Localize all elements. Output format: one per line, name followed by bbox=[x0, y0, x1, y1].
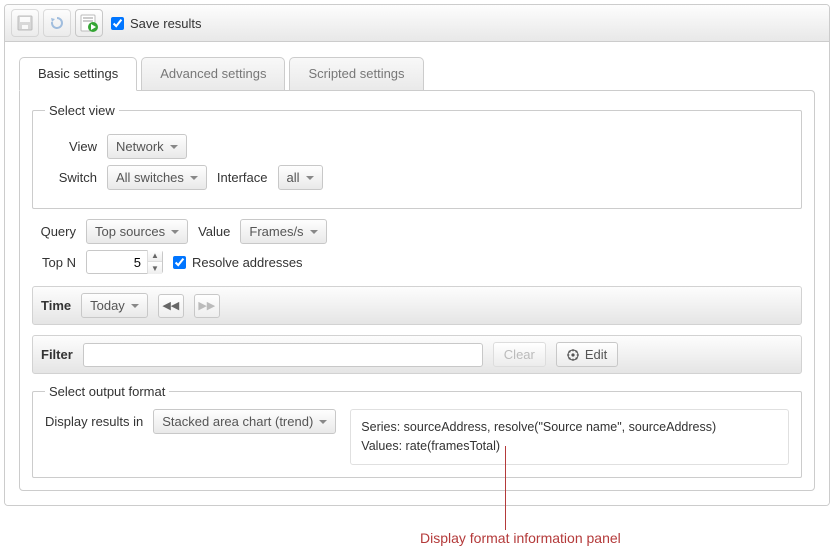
info-values-line: Values: rate(framesTotal) bbox=[361, 437, 778, 456]
filter-bar: Filter Clear Edit bbox=[32, 335, 802, 374]
chevron-down-icon bbox=[190, 176, 198, 180]
floppy-disk-icon bbox=[17, 15, 33, 31]
time-title: Time bbox=[41, 298, 71, 313]
filter-clear-button[interactable]: Clear bbox=[493, 342, 546, 367]
tabs: Basic settings Advanced settings Scripte… bbox=[19, 56, 815, 90]
resolve-addresses-wrap: Resolve addresses bbox=[173, 255, 303, 270]
display-results-dropdown[interactable]: Stacked area chart (trend) bbox=[153, 409, 336, 434]
time-prev-button[interactable]: ◀◀ bbox=[158, 294, 184, 318]
switch-label: Switch bbox=[45, 170, 97, 185]
settings-window: Save results Basic settings Advanced set… bbox=[4, 4, 830, 506]
toolbar: Save results bbox=[5, 5, 829, 42]
time-next-button[interactable]: ▶▶ bbox=[194, 294, 220, 318]
resolve-addresses-label: Resolve addresses bbox=[192, 255, 303, 270]
main-panel: Basic settings Advanced settings Scripte… bbox=[5, 42, 829, 505]
time-bar: Time Today ◀◀ ▶▶ bbox=[32, 286, 802, 325]
chevron-down-icon bbox=[306, 176, 314, 180]
filter-input[interactable] bbox=[83, 343, 483, 367]
refresh-icon bbox=[49, 15, 65, 31]
annotation-text: Display format information panel bbox=[420, 530, 621, 546]
interface-label: Interface bbox=[217, 170, 268, 185]
gear-icon bbox=[567, 349, 579, 361]
display-format-info-panel: Series: sourceAddress, resolve("Source n… bbox=[350, 409, 789, 465]
double-chevron-right-icon: ▶▶ bbox=[198, 299, 215, 312]
display-results-value: Stacked area chart (trend) bbox=[162, 414, 313, 429]
annotation: Display format information panel bbox=[0, 506, 834, 546]
basic-settings-panel: Select view View Network Switch All swit… bbox=[19, 90, 815, 491]
query-dropdown[interactable]: Top sources bbox=[86, 219, 188, 244]
value-label: Value bbox=[198, 224, 230, 239]
annotation-line bbox=[505, 446, 506, 530]
run-icon bbox=[80, 14, 98, 32]
resolve-addresses-checkbox[interactable] bbox=[173, 256, 186, 269]
select-view-fieldset: Select view View Network Switch All swit… bbox=[32, 103, 802, 209]
save-results-checkbox[interactable] bbox=[111, 17, 124, 30]
topn-label: Top N bbox=[34, 255, 76, 270]
topn-input[interactable] bbox=[87, 253, 147, 272]
filter-edit-button[interactable]: Edit bbox=[556, 342, 618, 367]
run-button[interactable] bbox=[75, 9, 103, 37]
view-dropdown-value: Network bbox=[116, 139, 164, 154]
chevron-down-icon bbox=[170, 145, 178, 149]
query-dropdown-value: Top sources bbox=[95, 224, 165, 239]
view-label: View bbox=[45, 139, 97, 154]
topn-stepper[interactable]: ▲ ▼ bbox=[86, 250, 163, 274]
chevron-down-icon bbox=[171, 230, 179, 234]
filter-title: Filter bbox=[41, 347, 73, 362]
topn-down[interactable]: ▼ bbox=[148, 262, 162, 274]
select-output-legend: Select output format bbox=[45, 384, 169, 399]
query-label: Query bbox=[34, 224, 76, 239]
time-dropdown[interactable]: Today bbox=[81, 293, 148, 318]
chevron-down-icon bbox=[131, 304, 139, 308]
value-dropdown[interactable]: Frames/s bbox=[240, 219, 326, 244]
save-results-label: Save results bbox=[130, 16, 202, 31]
tab-scripted-settings[interactable]: Scripted settings bbox=[289, 57, 423, 91]
info-series-line: Series: sourceAddress, resolve("Source n… bbox=[361, 418, 778, 437]
chevron-down-icon bbox=[310, 230, 318, 234]
double-chevron-left-icon: ◀◀ bbox=[162, 299, 179, 312]
select-view-legend: Select view bbox=[45, 103, 119, 118]
switch-dropdown[interactable]: All switches bbox=[107, 165, 207, 190]
save-results-checkbox-wrap: Save results bbox=[111, 16, 202, 31]
time-dropdown-value: Today bbox=[90, 298, 125, 313]
display-results-label: Display results in bbox=[45, 414, 143, 429]
topn-up[interactable]: ▲ bbox=[148, 250, 162, 262]
value-dropdown-value: Frames/s bbox=[249, 224, 303, 239]
interface-dropdown[interactable]: all bbox=[278, 165, 323, 190]
view-dropdown[interactable]: Network bbox=[107, 134, 187, 159]
tab-advanced-settings[interactable]: Advanced settings bbox=[141, 57, 285, 91]
switch-dropdown-value: All switches bbox=[116, 170, 184, 185]
save-button[interactable] bbox=[11, 9, 39, 37]
tab-basic-settings[interactable]: Basic settings bbox=[19, 57, 137, 91]
chevron-down-icon bbox=[319, 420, 327, 424]
refresh-button[interactable] bbox=[43, 9, 71, 37]
interface-dropdown-value: all bbox=[287, 170, 300, 185]
select-output-fieldset: Select output format Display results in … bbox=[32, 384, 802, 478]
filter-edit-label: Edit bbox=[585, 347, 607, 362]
